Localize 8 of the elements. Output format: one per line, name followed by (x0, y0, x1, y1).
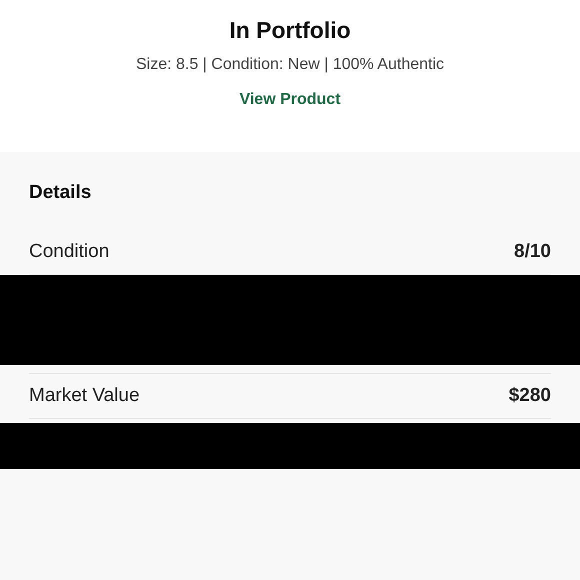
field-value: 8/10 (514, 241, 551, 263)
field-value: $280 (508, 385, 551, 407)
section-heading: Details (29, 182, 92, 204)
page-title: In Portfolio (229, 17, 351, 44)
field-label: Market Value (29, 385, 140, 407)
product-summary: Size: 8.5 | Condition: New | 100% Authentic (136, 56, 444, 74)
field-label: Condition (29, 241, 110, 263)
view-product-link[interactable]: View Product (239, 91, 341, 109)
